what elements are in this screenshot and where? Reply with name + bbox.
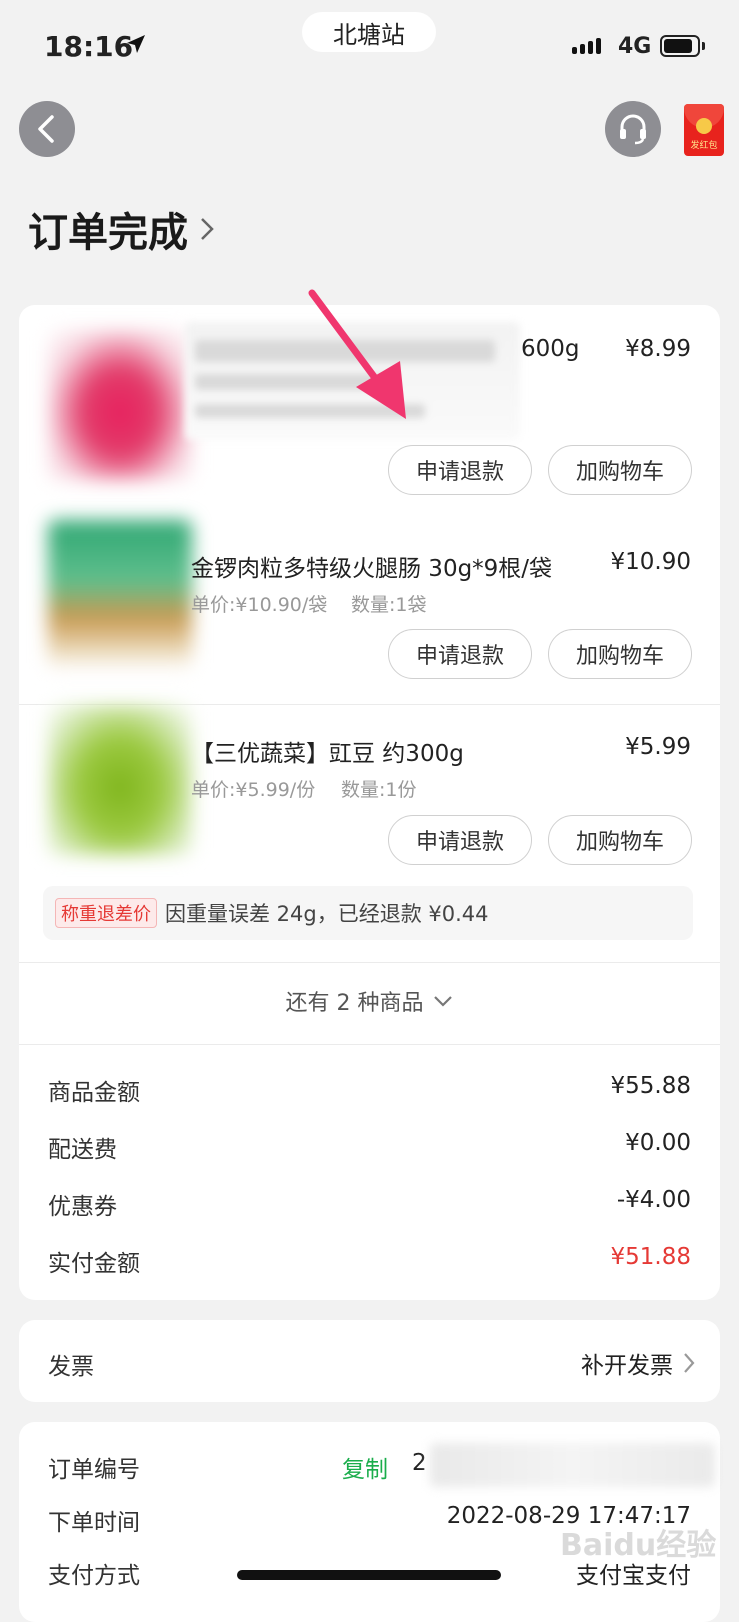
page-title: 订单完成	[28, 210, 188, 256]
location-arrow-icon	[127, 35, 145, 53]
more-items-label: 还有 2 种商品	[285, 991, 424, 1016]
customer-service-button[interactable]	[605, 101, 661, 157]
location-pill: 北塘站	[302, 12, 436, 52]
product-image[interactable]	[48, 705, 192, 855]
status-time: 18:16	[44, 30, 134, 63]
weight-refund-tag: 称重退差价	[55, 898, 157, 928]
order-number-label: 订单编号	[48, 1457, 140, 1483]
battery-icon	[660, 35, 700, 57]
product-name: 【三优蔬菜】豇豆 约300g	[191, 741, 464, 767]
coin-icon	[696, 118, 712, 134]
order-time-label: 下单时间	[48, 1510, 140, 1536]
add-to-cart-button[interactable]: 加购物车	[548, 445, 692, 495]
order-number-value: 2	[412, 1450, 427, 1476]
weight-refund-notice: 称重退差价 因重量误差 24g，已经退款 ¥0.44	[43, 886, 693, 940]
copy-button[interactable]: 复制	[342, 1450, 388, 1484]
headset-icon	[620, 114, 646, 145]
annotation-arrow	[308, 289, 406, 419]
add-to-cart-button[interactable]: 加购物车	[548, 815, 692, 865]
refund-button[interactable]: 申请退款	[388, 629, 532, 679]
cellular-signal-icon	[572, 38, 601, 54]
chevron-left-icon	[38, 115, 54, 143]
quantity: 数量:1份	[341, 779, 417, 801]
product-price: ¥10.90	[610, 549, 691, 575]
paid-amount-label: 实付金额	[48, 1251, 140, 1277]
refund-button[interactable]: 申请退款	[388, 815, 532, 865]
coupon-label: 优惠券	[48, 1194, 117, 1220]
product-name: 金锣肉粒多特级火腿肠 30g*9根/袋	[191, 556, 553, 582]
watermark: Baidu经验	[560, 1528, 717, 1563]
paid-amount-value: ¥51.88	[610, 1244, 691, 1270]
reissue-invoice-link[interactable]: 补开发票	[581, 1346, 695, 1380]
goods-amount-label: 商品金额	[48, 1080, 140, 1106]
product-price: ¥5.99	[625, 734, 691, 760]
section-divider	[19, 962, 720, 963]
add-to-cart-button[interactable]: 加购物车	[548, 629, 692, 679]
network-type: 4G	[618, 34, 652, 59]
order-status-title[interactable]: 订单完成	[28, 200, 214, 258]
invoice-label: 发票	[48, 1354, 94, 1380]
refund-button[interactable]: 申请退款	[388, 445, 532, 495]
quantity: 数量:1袋	[351, 594, 427, 616]
reissue-invoice-label: 补开发票	[581, 1353, 673, 1379]
chevron-right-icon	[684, 1353, 695, 1373]
more-items-toggle[interactable]: 还有 2 种商品	[19, 985, 720, 1017]
chevron-down-icon	[434, 996, 453, 1007]
blurred-order-number	[430, 1443, 715, 1487]
chevron-right-icon	[201, 218, 214, 240]
coupon-value: -¥4.00	[616, 1187, 691, 1213]
goods-amount-value: ¥55.88	[610, 1073, 691, 1099]
product-image[interactable]	[48, 520, 192, 670]
product-price: ¥8.99	[625, 336, 691, 362]
unit-price: 单价:¥5.99/份	[191, 779, 316, 801]
section-divider	[19, 1044, 720, 1045]
back-button[interactable]	[19, 101, 75, 157]
battery-cap	[702, 42, 705, 50]
product-image[interactable]	[48, 330, 192, 480]
weight-refund-text: 因重量误差 24g，已经退款 ¥0.44	[165, 902, 489, 926]
red-envelope-label: 发红包	[690, 141, 718, 151]
home-indicator[interactable]	[237, 1570, 501, 1580]
red-envelope-button[interactable]: 发红包	[684, 104, 724, 156]
unit-price: 单价:¥10.90/袋	[191, 594, 328, 616]
payment-method-label: 支付方式	[48, 1563, 140, 1589]
delivery-fee-value: ¥0.00	[625, 1130, 691, 1156]
delivery-fee-label: 配送费	[48, 1137, 117, 1163]
